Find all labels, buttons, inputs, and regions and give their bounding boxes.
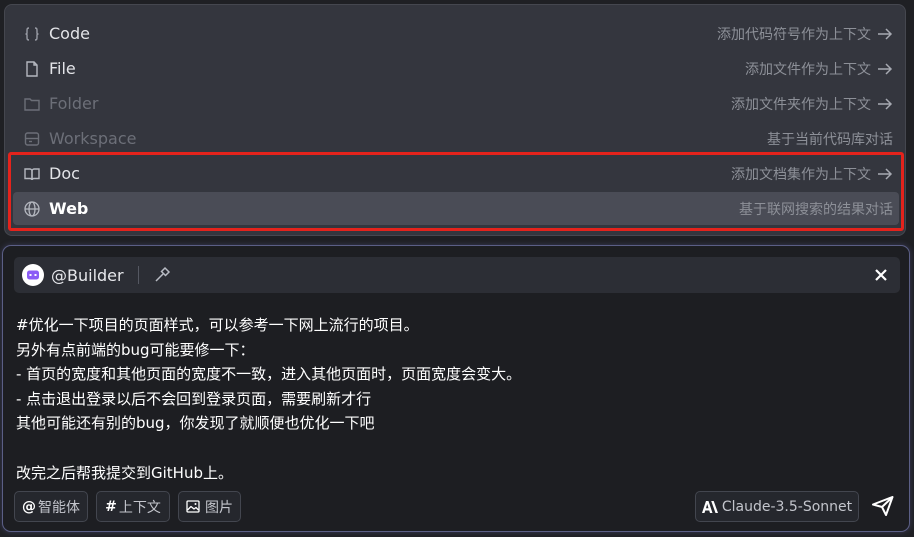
- menu-item-file[interactable]: File 添加文件作为上下文: [13, 52, 899, 85]
- book-icon: [23, 165, 41, 183]
- menu-item-description: 基于当前代码库对话: [767, 129, 893, 149]
- hash-icon: #: [105, 498, 117, 515]
- chat-input-panel: @Builder #优化一下项目的页面样式，可以参考一下网上流行的项目。 另外有点…: [3, 246, 909, 531]
- message-line: 改完之后帮我提交到GitHub上。: [16, 463, 233, 482]
- anthropic-icon: [701, 500, 718, 513]
- at-icon: @: [22, 498, 36, 515]
- close-icon[interactable]: [872, 266, 890, 284]
- arrow-right-icon: [878, 97, 893, 110]
- message-line: 另外有点前端的bug可能要修一下：: [16, 340, 255, 359]
- menu-item-web[interactable]: Web 基于联网搜索的结果对话: [13, 192, 899, 225]
- agent-chip-bar: @Builder: [14, 257, 900, 293]
- agent-button-label: 智能体: [38, 499, 80, 516]
- menu-item-desc-text: 基于当前代码库对话: [767, 131, 893, 148]
- context-button[interactable]: # 上下文: [96, 491, 170, 522]
- message-input[interactable]: #优化一下项目的页面样式，可以参考一下网上流行的项目。 另外有点前端的bug可能要…: [16, 313, 886, 485]
- menu-item-workspace[interactable]: Workspace 基于当前代码库对话: [13, 122, 899, 155]
- menu-item-label: File: [49, 59, 76, 78]
- menu-item-doc[interactable]: Doc 添加文档集作为上下文: [13, 157, 899, 190]
- menu-item-label: Code: [49, 24, 90, 43]
- code-braces-icon: [23, 25, 41, 43]
- image-button[interactable]: 图片: [178, 491, 241, 522]
- message-line: - 点击退出登录以后不会回到登录页面，需要刷新才行: [16, 389, 372, 408]
- workspace-icon: [23, 130, 41, 148]
- menu-item-description: 添加文档集作为上下文: [731, 164, 899, 184]
- menu-item-description: 添加文件作为上下文: [745, 59, 899, 79]
- menu-item-desc-text: 添加代码符号作为上下文: [717, 26, 871, 43]
- menu-item-code[interactable]: Code 添加代码符号作为上下文: [13, 17, 899, 50]
- context-menu: Code 添加代码符号作为上下文 File 添加文件作为上下文 Folder 添…: [4, 4, 906, 236]
- folder-icon: [23, 95, 41, 113]
- arrow-right-icon: [878, 27, 893, 40]
- menu-item-desc-text: 添加文件夹作为上下文: [731, 96, 871, 113]
- context-button-label: 上下文: [118, 499, 161, 516]
- image-icon: [186, 500, 200, 513]
- agent-name: @Builder: [51, 265, 124, 285]
- arrow-right-icon: [878, 167, 893, 180]
- menu-item-description: 基于联网搜索的结果对话: [739, 199, 893, 219]
- model-selector[interactable]: Claude-3.5-Sonnet: [695, 491, 859, 522]
- builder-avatar-icon: [22, 264, 44, 286]
- message-line: #优化一下项目的页面样式，可以参考一下网上流行的项目。: [16, 316, 419, 334]
- image-button-label: 图片: [205, 499, 233, 516]
- agent-bar-divider: [137, 266, 139, 284]
- file-icon: [23, 60, 41, 78]
- hammer-icon[interactable]: [153, 266, 171, 284]
- menu-item-label: Web: [49, 199, 89, 218]
- menu-item-desc-text: 添加文件作为上下文: [745, 61, 871, 78]
- menu-item-desc-text: 基于联网搜索的结果对话: [739, 201, 893, 218]
- menu-item-description: 添加文件夹作为上下文: [731, 94, 899, 114]
- menu-item-description: 添加代码符号作为上下文: [717, 24, 899, 44]
- model-name: Claude-3.5-Sonnet: [721, 498, 853, 515]
- menu-item-desc-text: 添加文档集作为上下文: [731, 166, 871, 183]
- message-line: [16, 436, 886, 461]
- menu-item-label: Folder: [49, 94, 99, 113]
- menu-item-label: Workspace: [49, 129, 137, 148]
- menu-item-label: Doc: [49, 164, 80, 183]
- message-line: 其他可能还有别的bug，你发现了就顺便也优化一下吧: [16, 414, 375, 433]
- send-icon[interactable]: [870, 493, 896, 519]
- menu-item-folder[interactable]: Folder 添加文件夹作为上下文: [13, 87, 899, 120]
- agent-button[interactable]: @ 智能体: [14, 491, 88, 522]
- message-line: - 首页的宽度和其他页面的宽度不一致，进入其他页面时，页面宽度会变大。: [16, 365, 522, 384]
- arrow-right-icon: [878, 62, 893, 75]
- globe-icon: [23, 200, 41, 218]
